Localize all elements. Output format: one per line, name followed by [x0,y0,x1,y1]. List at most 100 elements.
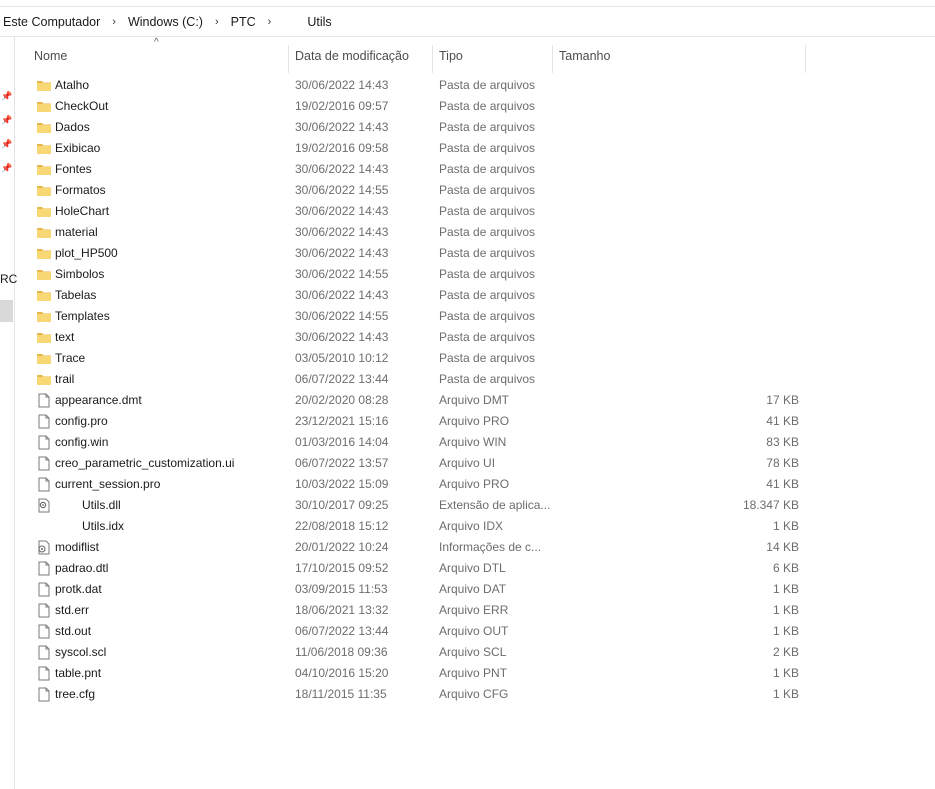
column-divider[interactable] [805,45,806,73]
file-type: Arquivo DAT [439,582,507,596]
breadcrumb-separator-icon[interactable]: › [103,16,125,28]
file-date: 01/03/2016 14:04 [295,435,389,449]
file-size: 1 KB [772,582,799,596]
file-row[interactable]: Exibicao 19/02/2016 09:58 Pasta de arquivo… [14,138,935,159]
file-date: 30/06/2022 14:43 [295,204,389,218]
column-header-name[interactable]: Nome [34,49,67,65]
file-type: Pasta de arquivos [439,372,536,386]
file-date: 30/06/2022 14:55 [295,309,389,323]
file-row[interactable]: Trace 03/05/2010 10:12 Pasta de arquivos [14,348,935,369]
folder-icon [36,78,52,93]
file-size: 17 KB [766,393,799,407]
file-name: text [55,330,75,344]
file-size: 1 KB [772,519,799,533]
file-row[interactable]: std.out 06/07/2022 13:44 Arquivo OUT 1 KB [14,621,935,642]
file-row[interactable]: material 30/06/2022 14:43 Pasta de arquivo… [14,222,935,243]
file-row[interactable]: padrao.dtl 17/10/2015 09:52 Arquivo DTL 6 K… [14,558,935,579]
file-date: 30/06/2022 14:43 [295,162,389,176]
pin-icon[interactable]: 📌 [1,163,12,173]
file-row[interactable]: plot_HP500 30/06/2022 14:43 Pasta de arqui… [14,243,935,264]
file-row[interactable]: config.win 01/03/2016 14:04 Arquivo WIN 83 … [14,432,935,453]
file-row[interactable]: tree.cfg 18/11/2015 11:35 Arquivo CFG 1 KB [14,684,935,705]
window-top-edge [0,0,935,7]
file-size: 1 KB [772,603,799,617]
file-date: 30/06/2022 14:43 [295,246,389,260]
file-date: 18/11/2015 11:35 [295,687,387,701]
file-row[interactable]: syscol.scl 11/06/2018 09:36 Arquivo SCL 2 K… [14,642,935,663]
column-header-type[interactable]: Tipo [439,49,463,65]
column-header-date[interactable]: Data de modificação [295,49,409,65]
file-row[interactable]: Formatos 30/06/2022 14:55 Pasta de arquivo… [14,180,935,201]
file-date: 30/06/2022 14:43 [295,330,389,344]
file-name: Simbolos [55,267,105,281]
file-type: Arquivo WIN [439,435,507,449]
file-name: Atalho [55,78,90,92]
info-file-icon [36,540,52,555]
navigation-selection[interactable] [0,300,13,322]
file-size: 14 KB [766,540,799,554]
file-name: CheckOut [55,99,109,113]
file-row[interactable]: Utils.idx 22/08/2018 15:12 Arquivo IDX 1 KB [14,516,935,537]
column-divider[interactable] [288,45,289,73]
pin-icon[interactable]: 📌 [1,139,12,149]
file-size: 1 KB [772,666,799,680]
file-row[interactable]: appearance.dmt 20/02/2020 08:28 Arquivo DM… [14,390,935,411]
file-name: plot_HP500 [55,246,118,260]
file-row[interactable]: text 30/06/2022 14:43 Pasta de arquivos [14,327,935,348]
column-divider[interactable] [552,45,553,73]
file-row[interactable]: std.err 18/06/2021 13:32 Arquivo ERR 1 KB [14,600,935,621]
breadcrumb-item-utils[interactable]: Utils [280,15,334,29]
file-row[interactable]: trail 06/07/2022 13:44 Pasta de arquivos [14,369,935,390]
pin-icon[interactable]: 📌 [1,91,12,101]
file-row[interactable]: CheckOut 19/02/2016 09:57 Pasta de arquivo… [14,96,935,117]
file-date: 10/03/2022 15:09 [295,477,389,491]
file-type: Pasta de arquivos [439,99,536,113]
file-name: Templates [55,309,110,323]
file-date: 23/12/2021 15:16 [295,414,389,428]
file-name: Dados [55,120,90,134]
file-row[interactable]: Atalho 30/06/2022 14:43 Pasta de arquivos [14,75,935,96]
file-row[interactable]: config.pro 23/12/2021 15:16 Arquivo PRO 41 … [14,411,935,432]
file-name: current_session.pro [55,477,161,491]
file-row[interactable]: Tabelas 30/06/2022 14:43 Pasta de arquivos [14,285,935,306]
file-row[interactable]: Fontes 30/06/2022 14:43 Pasta de arquivos [14,159,935,180]
file-row[interactable]: Utils.dll 30/10/2017 09:25 Extensão de apl… [14,495,935,516]
file-size: 83 KB [766,435,799,449]
file-name: creo_parametric_customization.ui [55,456,235,470]
file-type: Arquivo DTL [439,561,506,575]
folder-icon [36,99,52,114]
file-row[interactable]: creo_parametric_customization.ui 06/07/20… [14,453,935,474]
file-type: Pasta de arquivos [439,162,536,176]
file-date: 30/06/2022 14:55 [295,267,389,281]
file-icon [36,603,52,618]
breadcrumb[interactable]: Este Computador › Windows (C:) › PTC › U… [0,8,935,37]
file-name: material [55,225,98,239]
folder-icon [36,183,52,198]
file-row[interactable]: HoleChart 30/06/2022 14:43 Pasta de arquiv… [14,201,935,222]
folder-icon [36,204,52,219]
file-type: Pasta de arquivos [439,120,536,134]
pin-icon[interactable]: 📌 [1,115,12,125]
file-date: 20/02/2020 08:28 [295,393,389,407]
file-type: Pasta de arquivos [439,225,536,239]
file-row[interactable]: Templates 30/06/2022 14:55 Pasta de arquiv… [14,306,935,327]
file-icon [36,624,52,639]
breadcrumb-item-drive[interactable]: Windows (C:) [125,15,206,29]
file-date: 11/06/2018 09:36 [295,645,388,659]
breadcrumb-separator-icon[interactable]: › [259,16,281,28]
file-type: Pasta de arquivos [439,330,536,344]
breadcrumb-separator-icon[interactable]: › [206,16,228,28]
file-size: 18.347 KB [742,498,799,512]
column-divider[interactable] [432,45,433,73]
breadcrumb-item-ptc[interactable]: PTC [228,15,259,29]
file-name: std.out [55,624,92,638]
file-row[interactable]: modiflist 20/01/2022 10:24 Informações de … [14,537,935,558]
file-row[interactable]: current_session.pro 10/03/2022 15:09 Arqui… [14,474,935,495]
breadcrumb-item-computer[interactable]: Este Computador [0,15,103,29]
column-header-size[interactable]: Tamanho [559,49,610,65]
file-row[interactable]: table.pnt 04/10/2016 15:20 Arquivo PNT 1 KB [14,663,935,684]
file-type: Extensão de aplica... [439,498,551,512]
file-row[interactable]: Simbolos 30/06/2022 14:55 Pasta de arquivo… [14,264,935,285]
file-row[interactable]: Dados 30/06/2022 14:43 Pasta de arquivos [14,117,935,138]
file-row[interactable]: protk.dat 03/09/2015 11:53 Arquivo DAT 1 KB [14,579,935,600]
